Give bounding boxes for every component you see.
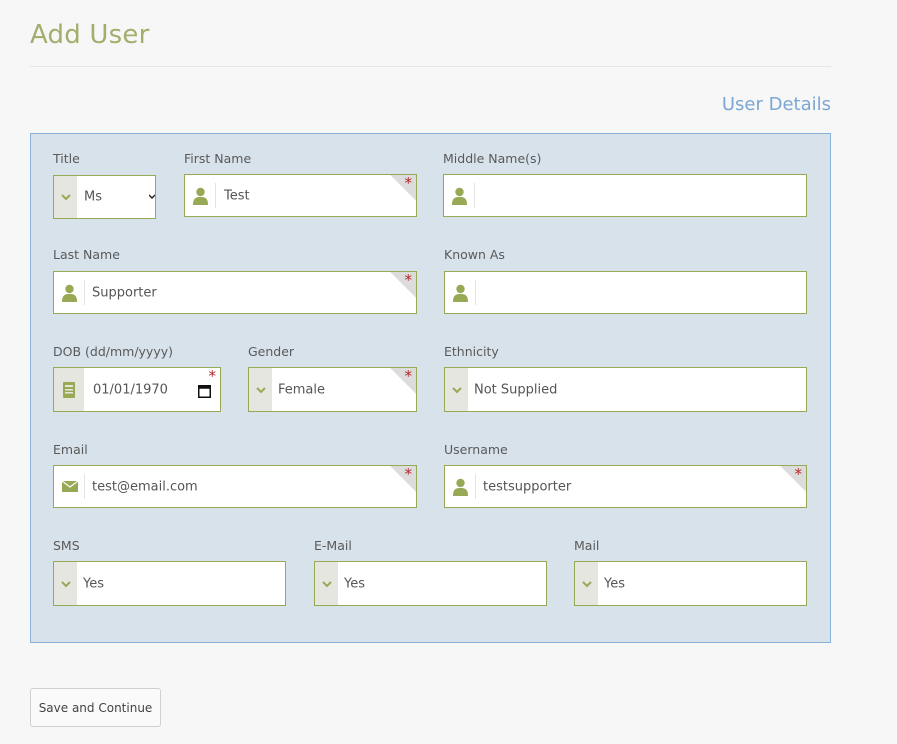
title-field-group: Title Ms xyxy=(53,151,156,219)
save-and-continue-button[interactable]: Save and Continue xyxy=(30,688,161,727)
ethnicity-label: Ethnicity xyxy=(444,344,499,359)
mail-label: Mail xyxy=(574,538,600,553)
dob-label: DOB (dd/mm/yyyy) xyxy=(53,344,174,359)
person-icon xyxy=(444,175,475,216)
sms-select[interactable]: Yes xyxy=(53,561,286,606)
page-title: Add User xyxy=(30,20,150,50)
gender-value: Female xyxy=(278,382,326,397)
section-title: User Details xyxy=(721,94,831,115)
chevron-down-icon xyxy=(315,562,338,605)
email-input[interactable]: test@email.com * xyxy=(53,465,417,508)
person-icon xyxy=(185,175,216,216)
required-marker: * xyxy=(390,466,416,492)
required-marker: * xyxy=(208,367,217,385)
chevron-down-icon xyxy=(54,176,77,218)
person-icon xyxy=(445,466,476,507)
gender-select[interactable]: Female * xyxy=(248,367,417,412)
required-marker: * xyxy=(780,466,806,492)
ethnicity-select[interactable]: Not Supplied xyxy=(444,367,807,412)
mail-select[interactable]: Yes xyxy=(574,561,807,606)
dob-input[interactable]: 01/01/1970 * xyxy=(53,367,221,412)
required-marker: * xyxy=(390,368,416,394)
middle-name-label: Middle Name(s) xyxy=(443,151,542,166)
username-value: testsupporter xyxy=(483,479,572,494)
mail-value: Yes xyxy=(604,576,625,591)
user-details-panel: Title Ms First Name Test * Middle Name(s… xyxy=(30,133,831,643)
email-pref-value: Yes xyxy=(344,576,365,591)
email-label: Email xyxy=(53,442,88,457)
email-value: test@email.com xyxy=(92,479,198,494)
gender-label: Gender xyxy=(248,344,295,359)
first-name-input[interactable]: Test * xyxy=(184,174,417,217)
ethnicity-value: Not Supplied xyxy=(474,382,558,397)
email-pref-select[interactable]: Yes xyxy=(314,561,547,606)
known-as-label: Known As xyxy=(444,247,505,262)
dob-value: 01/01/1970 xyxy=(93,382,168,397)
last-name-label: Last Name xyxy=(53,247,120,262)
username-input[interactable]: testsupporter * xyxy=(444,465,807,508)
known-as-input[interactable] xyxy=(444,271,807,314)
title-label: Title xyxy=(53,151,80,166)
last-name-value: Supporter xyxy=(92,285,157,300)
person-icon xyxy=(445,272,476,313)
person-icon xyxy=(54,272,85,313)
title-select[interactable]: Ms xyxy=(53,175,156,219)
email-pref-label: E-Mail xyxy=(314,538,352,553)
envelope-icon xyxy=(54,466,85,507)
middle-name-input[interactable] xyxy=(443,174,807,217)
chevron-down-icon xyxy=(445,368,468,411)
chevron-down-icon xyxy=(575,562,598,605)
select-arrow-icon xyxy=(149,194,155,199)
sms-label: SMS xyxy=(53,538,80,553)
chevron-down-icon xyxy=(249,368,272,411)
first-name-label: First Name xyxy=(184,151,252,166)
first-name-value: Test xyxy=(224,188,250,203)
last-name-input[interactable]: Supporter * xyxy=(53,271,417,314)
calendar-icon xyxy=(54,368,84,411)
chevron-down-icon xyxy=(54,562,77,605)
required-marker: * xyxy=(390,272,416,298)
title-value: Ms xyxy=(84,189,102,205)
username-label: Username xyxy=(444,442,508,457)
sms-value: Yes xyxy=(83,576,104,591)
title-divider xyxy=(30,66,831,67)
required-marker: * xyxy=(390,175,416,201)
